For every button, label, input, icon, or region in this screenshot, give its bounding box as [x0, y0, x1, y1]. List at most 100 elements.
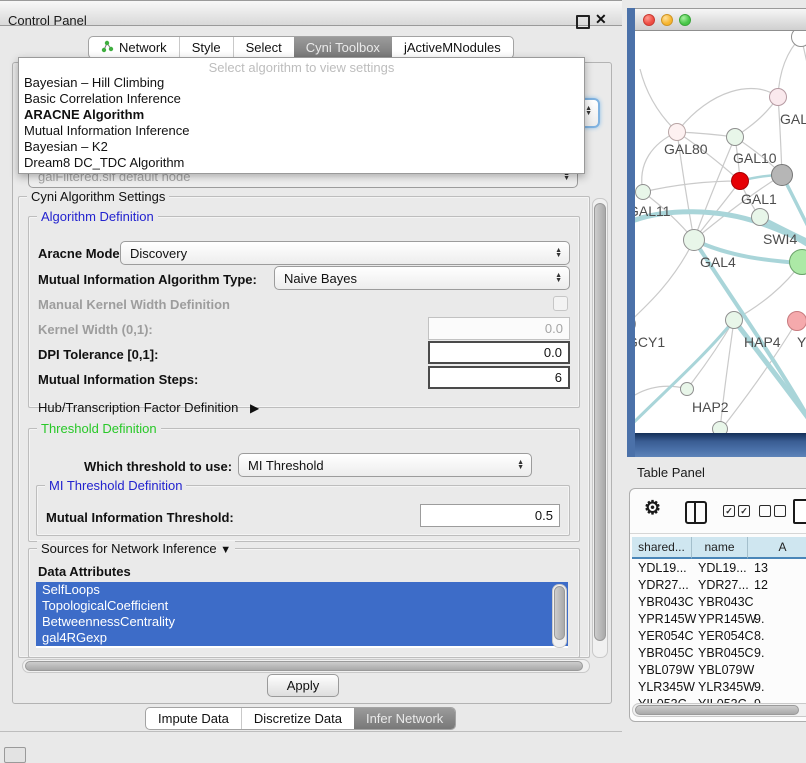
network-window-titlebar[interactable]	[635, 8, 806, 31]
algorithm-dropdown[interactable]: Select algorithm to view settings Bayesi…	[18, 57, 585, 174]
node-gal10[interactable]	[726, 128, 744, 146]
data-attribute-item[interactable]: BetweennessCentrality	[36, 614, 568, 630]
mi-type-combobox[interactable]: Naive Bayes ▲▼	[274, 266, 570, 290]
node-label-gal4: GAL4	[700, 254, 736, 270]
node-gal11[interactable]	[635, 184, 651, 200]
table-cell[interactable]: YBL079W	[638, 662, 694, 679]
node-hap4[interactable]	[725, 311, 743, 329]
tab-style[interactable]: Style	[179, 37, 233, 58]
table-cell[interactable]: YDL19...	[638, 560, 687, 577]
table-cell[interactable]: YER054C	[698, 628, 754, 645]
combo-arrows-icon: ▲▼	[585, 106, 592, 116]
tab-infer-network[interactable]: Infer Network	[354, 708, 455, 729]
select-all-columns-icon[interactable]: ✓✓	[723, 505, 750, 517]
table-cell[interactable]: 9.	[754, 645, 764, 662]
table-cell[interactable]: YLR345W	[638, 679, 695, 696]
close-traffic-light-icon[interactable]	[643, 14, 655, 26]
mi-steps-field[interactable]: 6	[428, 366, 570, 389]
tab-discretize-data[interactable]: Discretize Data	[241, 708, 354, 729]
close-icon[interactable]: ✕	[595, 11, 607, 28]
zoom-traffic-light-icon[interactable]	[679, 14, 691, 26]
node-label-gal11: GAL11	[635, 203, 671, 219]
data-attribute-item[interactable]: SelfLoops	[36, 582, 568, 598]
tab-cyni-toolbox[interactable]: Cyni Toolbox	[294, 37, 392, 58]
node-label-y: Y	[797, 334, 806, 350]
apply-button[interactable]: Apply	[267, 674, 339, 697]
minimize-traffic-light-icon[interactable]	[661, 14, 673, 26]
algorithm-option[interactable]: Basic Correlation Inference	[19, 91, 584, 107]
tab-select[interactable]: Select	[233, 37, 294, 58]
table-cell[interactable]: 9.	[754, 679, 764, 696]
mi-threshold-field[interactable]: 0.5	[420, 504, 560, 527]
table-cell[interactable]: 12	[754, 577, 768, 594]
table-cell[interactable]: 13	[754, 560, 768, 577]
table-cell[interactable]: YPR145W	[698, 611, 756, 628]
algorithm-dropdown-prompt: Select algorithm to view settings	[19, 58, 584, 75]
kernel-width-field[interactable]: 0.0	[428, 317, 570, 340]
table-cell[interactable]: YBR043C	[638, 594, 694, 611]
network-canvas[interactable]: GAL GAL80 GAL10 GAL1 GAL11 SWI4 GAL4 GCY…	[635, 31, 806, 433]
data-attributes-list[interactable]: SelfLoopsTopologicalCoefficientBetweenne…	[36, 582, 568, 648]
node-hap2[interactable]	[680, 382, 694, 396]
node-label-swi4: SWI4	[763, 231, 797, 247]
data-attribute-item[interactable]: TopologicalCoefficient	[36, 598, 568, 614]
table-cell[interactable]: YDR27...	[698, 577, 749, 594]
mi-type-value: Naive Bayes	[284, 271, 357, 286]
data-attribute-item[interactable]: gal4RGexp	[36, 630, 568, 646]
control-panel-tabs: Network Style Select Cyni Toolbox jActiv…	[88, 36, 514, 59]
node-swi4[interactable]	[751, 208, 769, 226]
algorithm-option[interactable]: Mutual Information Inference	[19, 123, 584, 139]
hub-definition-expander[interactable]: Hub/Transcription Factor Definition ▶	[38, 400, 259, 415]
mi-threshold-legend: MI Threshold Definition	[45, 478, 186, 493]
document-icon[interactable]	[793, 499, 806, 524]
table-cell[interactable]: YBR045C	[638, 645, 694, 662]
tab-jactivemnodules[interactable]: jActiveMNodules	[392, 37, 513, 58]
algorithm-option[interactable]: Bayesian – Hill Climbing	[19, 75, 584, 91]
table-hscrollbar[interactable]	[632, 703, 806, 717]
expand-right-triangle-icon[interactable]: ▶	[250, 401, 259, 415]
table-cell[interactable]: YDL19...	[698, 560, 747, 577]
column-header-name[interactable]: name	[692, 537, 748, 559]
table-cell[interactable]: 9.	[754, 611, 764, 628]
which-threshold-combobox[interactable]: MI Threshold ▲▼	[238, 453, 532, 477]
node-gal4[interactable]	[683, 229, 705, 251]
node-bottom[interactable]	[712, 421, 728, 433]
table-cell[interactable]: YER054C	[638, 628, 694, 645]
node-gray[interactable]	[771, 164, 793, 186]
column-header-partial[interactable]: A	[748, 537, 806, 559]
split-columns-icon[interactable]	[685, 501, 707, 524]
node-gal1-red[interactable]	[731, 172, 749, 190]
collapse-down-triangle-icon[interactable]: ▼	[220, 544, 231, 556]
node-gal80[interactable]	[668, 123, 686, 141]
tab-infer-network-label: Infer Network	[366, 711, 443, 726]
table-cell[interactable]: YBR045C	[698, 645, 754, 662]
table-cell[interactable]: YPR145W	[638, 611, 696, 628]
node-salmon[interactable]	[787, 311, 806, 331]
algorithm-option[interactable]: ARACNE Algorithm	[19, 107, 584, 123]
settings-scrollbar[interactable]	[592, 198, 608, 658]
deselect-all-columns-icon[interactable]	[759, 505, 786, 517]
algorithm-option[interactable]: Dream8 DC_TDC Algorithm	[19, 155, 584, 171]
table-cell[interactable]: 8.	[754, 628, 764, 645]
manual-kernel-checkbox[interactable]	[553, 296, 568, 311]
dpi-tolerance-field[interactable]: 0.0	[428, 341, 570, 364]
network-view-window[interactable]: GAL GAL80 GAL10 GAL1 GAL11 SWI4 GAL4 GCY…	[627, 8, 806, 457]
node-gal[interactable]	[769, 88, 787, 106]
algorithm-option[interactable]: Bayesian – K2	[19, 139, 584, 155]
attributes-scrollbar[interactable]	[552, 584, 567, 648]
mini-panel-button[interactable]	[4, 747, 26, 763]
which-threshold-value: MI Threshold	[248, 458, 324, 473]
aracne-mode-combobox[interactable]: Discovery ▲▼	[120, 241, 570, 265]
table-panel: ⚙ ✓✓ shared... name A YDL19... YDL19... 13…	[629, 488, 806, 722]
table-cell[interactable]: YLR345W	[698, 679, 755, 696]
table-cell[interactable]: YDR27...	[638, 577, 689, 594]
settings-hscrollbar[interactable]	[22, 659, 590, 673]
gear-icon[interactable]: ⚙	[644, 497, 661, 520]
float-window-icon[interactable]	[576, 15, 590, 29]
tab-impute-data[interactable]: Impute Data	[146, 708, 241, 729]
table-cell[interactable]: YBL079W	[698, 662, 754, 679]
table-cell[interactable]: YBR043C	[698, 594, 754, 611]
tab-network[interactable]: Network	[89, 37, 179, 58]
column-header-shared[interactable]: shared...	[632, 537, 692, 559]
mi-type-label: Mutual Information Algorithm Type:	[38, 272, 257, 287]
